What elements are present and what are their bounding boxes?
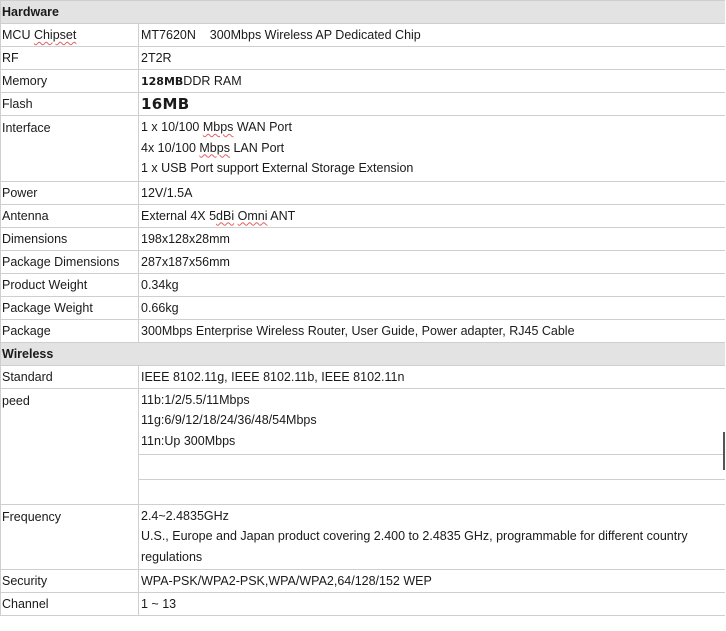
row-package-weight: Package Weight 0.66kg bbox=[0, 295, 725, 320]
label-frequency: Frequency bbox=[0, 503, 139, 570]
row-speed: peed 11b:1/2/5.5/11Mbps 11g:6/9/12/18/24… bbox=[0, 387, 725, 505]
row-product-weight: Product Weight 0.34kg bbox=[0, 272, 725, 297]
label-dimensions: Dimensions bbox=[0, 226, 139, 251]
row-dimensions: Dimensions 198x128x28mm bbox=[0, 226, 725, 251]
antenna-suffix: ANT bbox=[267, 208, 296, 223]
antenna-prefix: External 4X 5 bbox=[141, 208, 217, 223]
label-package-weight: Package Weight bbox=[0, 295, 139, 320]
label-standard: Standard bbox=[0, 364, 139, 389]
value-flash: 16MB bbox=[137, 92, 725, 116]
speed-line-11g: 11g:6/9/12/18/24/36/48/54Mbps bbox=[141, 413, 317, 427]
speed-empty-cell-1 bbox=[137, 453, 725, 480]
label-interface: Interface bbox=[0, 115, 139, 182]
label-security: Security bbox=[0, 569, 139, 593]
row-frequency: Frequency 2.4~2.4835GHz U.S., Europe and… bbox=[0, 503, 725, 570]
row-flash: Flash 16MB bbox=[0, 92, 725, 116]
row-rf: RF 2T2R bbox=[0, 46, 725, 70]
label-power: Power bbox=[0, 180, 139, 205]
interface-line-usb: 1 x USB Port support External Storage Ex… bbox=[141, 161, 414, 175]
frequency-line-coverage: U.S., Europe and Japan product covering … bbox=[141, 529, 688, 543]
row-mcu-chipset: MCU Chipset MT7620N 300Mbps Wireless AP … bbox=[0, 23, 725, 47]
section-wireless: Wireless bbox=[0, 341, 725, 366]
label-mcu-prefix: MCU bbox=[2, 28, 34, 42]
row-power: Power 12V/1.5A bbox=[0, 180, 725, 205]
value-dimensions: 198x128x28mm bbox=[137, 226, 725, 251]
row-memory: Memory 128MBDDR RAM bbox=[0, 69, 725, 93]
value-flash-size: 16MB bbox=[141, 94, 190, 113]
interface-line-lan: 4x 10/100 Mbps LAN Port bbox=[141, 138, 725, 159]
antenna-omni: Omni bbox=[237, 208, 268, 223]
label-package: Package bbox=[0, 318, 139, 343]
spec-table: Hardware MCU Chipset MT7620N 300Mbps Wir… bbox=[0, 0, 725, 616]
value-standard: IEEE 8102.11g, IEEE 8102.11b, IEEE 8102.… bbox=[137, 364, 725, 389]
label-flash: Flash bbox=[0, 92, 139, 116]
label-channel: Channel bbox=[0, 592, 139, 616]
value-channel: 1 ~ 13 bbox=[137, 592, 725, 616]
row-interface: Interface 1 x 10/100 Mbps WAN Port 4x 10… bbox=[0, 115, 725, 182]
label-mcu-chipset: MCU Chipset bbox=[0, 23, 139, 47]
value-package-weight: 0.66kg bbox=[137, 295, 725, 320]
label-mcu-chipset-word: Chipset bbox=[33, 28, 77, 42]
label-package-dimensions: Package Dimensions bbox=[0, 249, 139, 274]
section-title-hardware: Hardware bbox=[0, 0, 725, 24]
label-rf: RF bbox=[0, 46, 139, 70]
label-memory: Memory bbox=[0, 69, 139, 93]
frequency-line-range: 2.4~2.4835GHz bbox=[141, 508, 229, 523]
row-standard: Standard IEEE 8102.11g, IEEE 8102.11b, I… bbox=[0, 364, 725, 389]
antenna-dbi: dBi bbox=[216, 208, 235, 223]
section-hardware: Hardware bbox=[0, 0, 725, 24]
interface-lan-prefix: 4x 10/100 bbox=[141, 140, 200, 155]
value-speed: 11b:1/2/5.5/11Mbps 11g:6/9/12/18/24/36/4… bbox=[137, 387, 725, 455]
value-antenna: External 4X 5dBi Omni ANT bbox=[137, 203, 725, 228]
value-frequency: 2.4~2.4835GHz U.S., Europe and Japan pro… bbox=[137, 503, 725, 570]
interface-wan-mbps: Mbps bbox=[202, 120, 234, 134]
value-memory-type: DDR RAM bbox=[183, 73, 242, 88]
row-package: Package 300Mbps Enterprise Wireless Rout… bbox=[0, 318, 725, 343]
section-title-wireless: Wireless bbox=[0, 341, 725, 366]
value-memory-size: 128MB bbox=[141, 74, 184, 88]
value-product-weight: 0.34kg bbox=[137, 272, 725, 297]
interface-lan-suffix: LAN Port bbox=[229, 140, 285, 155]
value-power: 12V/1.5A bbox=[137, 180, 725, 205]
value-rf: 2T2R bbox=[137, 46, 725, 70]
row-security: Security WPA-PSK/WPA2-PSK,WPA/WPA2,64/12… bbox=[0, 569, 725, 593]
label-product-weight: Product Weight bbox=[0, 272, 139, 297]
value-package-dimensions: 287x187x56mm bbox=[137, 249, 725, 274]
label-antenna: Antenna bbox=[0, 203, 139, 228]
interface-line-wan: 1 x 10/100 Mbps WAN Port bbox=[141, 117, 725, 138]
row-antenna: Antenna External 4X 5dBi Omni ANT bbox=[0, 203, 725, 228]
scrollbar-edge[interactable] bbox=[723, 432, 725, 470]
value-interface: 1 x 10/100 Mbps WAN Port 4x 10/100 Mbps … bbox=[137, 115, 725, 182]
label-speed: peed bbox=[0, 387, 139, 505]
value-security: WPA-PSK/WPA2-PSK,WPA/WPA2,64/128/152 WEP bbox=[137, 569, 725, 593]
speed-line-11b: 11b:1/2/5.5/11Mbps bbox=[141, 392, 250, 407]
interface-wan-prefix: 1 x 10/100 bbox=[141, 120, 203, 134]
speed-empty-cell-2 bbox=[137, 478, 725, 505]
value-mcu-chipset: MT7620N 300Mbps Wireless AP Dedicated Ch… bbox=[137, 23, 725, 47]
value-memory: 128MBDDR RAM bbox=[137, 69, 725, 93]
interface-wan-suffix: WAN Port bbox=[233, 120, 293, 134]
interface-lan-mbps: Mbps bbox=[199, 140, 230, 155]
row-channel: Channel 1 ~ 13 bbox=[0, 592, 725, 616]
row-package-dimensions: Package Dimensions 287x187x56mm bbox=[0, 249, 725, 274]
speed-line-11n: 11n:Up 300Mbps bbox=[141, 433, 236, 448]
frequency-line-regulations: regulations bbox=[141, 549, 203, 564]
value-package: 300Mbps Enterprise Wireless Router, User… bbox=[137, 318, 725, 343]
